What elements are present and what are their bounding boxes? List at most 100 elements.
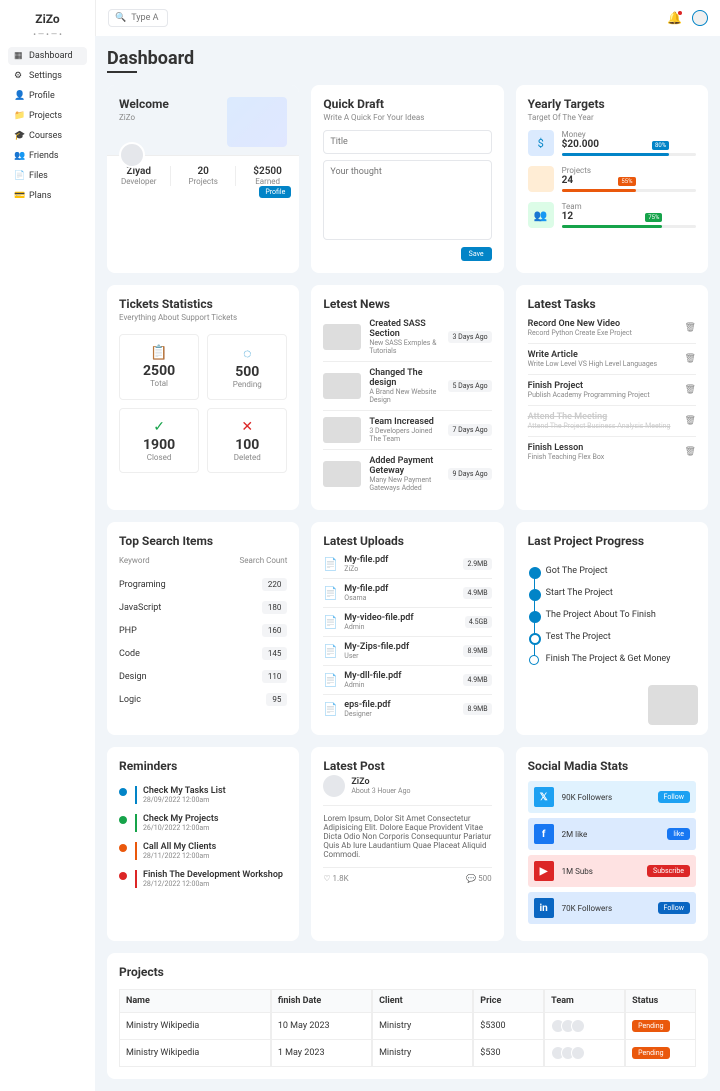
upload-item: 📄eps-file.pdfDesigner8.9MB	[323, 695, 491, 723]
news-item: Changed The designA Brand New Website De…	[323, 362, 491, 411]
draft-title: Quick Draft	[323, 97, 491, 111]
table-header: Status	[625, 989, 696, 1013]
projects-icon	[528, 166, 554, 192]
li-button[interactable]: Follow	[658, 902, 690, 914]
table-cell: Ministry Wikipedia	[119, 1040, 271, 1067]
logo-decoration: • — • — •	[8, 30, 87, 39]
search-box[interactable]: 🔍	[108, 9, 168, 27]
welcome-card: Welcome ZiZo ZiyadDeveloper20Projects$25…	[107, 85, 299, 273]
yt-button[interactable]: Subscribe	[647, 865, 690, 877]
yearly-targets-card: Yearly Targets Target Of The Year $Money…	[516, 85, 708, 273]
search-row: Programing220	[119, 573, 287, 596]
welcome-stat: 20Projects	[171, 166, 235, 186]
progress-step: The Project About To Finish	[546, 604, 696, 626]
ticket-box: ✓1900Closed	[119, 408, 199, 473]
task-item: Attend The MeetingAttend The Project Bus…	[528, 406, 696, 437]
table-header: finish Date	[271, 989, 372, 1013]
files-icon: 📄	[14, 171, 24, 181]
reminder-item: Call All My Clients28/11/2022 12:00am	[119, 837, 287, 865]
file-icon: 📄	[323, 586, 338, 600]
projects-card: Projects Namefinish DateClientPriceTeamS…	[107, 953, 708, 1079]
trash-icon[interactable]: 🗑	[685, 416, 696, 426]
title-underline	[107, 71, 137, 73]
nav-settings[interactable]: ⚙Settings	[8, 67, 87, 85]
target-money: $Money$20.00080%	[528, 130, 696, 156]
fb-button[interactable]: like	[667, 828, 690, 840]
news-title: Letest News	[323, 297, 491, 311]
welcome-stat: $2500Earned	[236, 166, 299, 186]
target-projects: Projects2455%	[528, 166, 696, 192]
tickets-sub: Everything About Support Tickets	[119, 313, 287, 322]
social-fb: f2M likelike	[528, 818, 696, 850]
team-cell	[544, 1013, 625, 1040]
draft-body-input[interactable]	[323, 160, 491, 240]
user-avatar[interactable]	[692, 10, 708, 26]
news-image	[323, 373, 361, 399]
tw-icon: 𝕏	[534, 787, 554, 807]
post-comments[interactable]: 💬 500	[466, 874, 491, 883]
notification-icon[interactable]: 🔔	[667, 11, 682, 25]
file-icon: 📄	[323, 673, 338, 687]
table-header: Client	[372, 989, 473, 1013]
task-item: Finish ProjectPublish Academy Programmin…	[528, 375, 696, 406]
nav-projects[interactable]: 📁Projects	[8, 107, 87, 125]
ticket-box: 📋2500Total	[119, 334, 199, 400]
ticket-box: ◌500Pending	[207, 334, 287, 400]
nav-plans[interactable]: 💳Plans	[8, 187, 87, 205]
latest-post-card: Latest Post ZiZo About 3 Houer Ago Lorem…	[311, 747, 503, 941]
tw-button[interactable]: Follow	[658, 791, 690, 803]
trash-icon[interactable]: 🗑	[685, 354, 696, 364]
post-title: Latest Post	[323, 759, 491, 773]
settings-icon: ⚙	[14, 71, 24, 81]
task-item: Record One New VideoRecord Python Create…	[528, 313, 696, 344]
logo: ZiZo	[8, 12, 87, 26]
team-icon: 👥	[528, 202, 554, 228]
post-likes[interactable]: ♡ 1.8K	[323, 874, 348, 883]
save-button[interactable]: Save	[461, 247, 492, 261]
targets-title: Yearly Targets	[528, 97, 696, 111]
file-icon: 📄	[323, 557, 338, 571]
count-header: Search Count	[240, 556, 288, 565]
reminder-item: Finish The Development Workshop28/12/202…	[119, 865, 287, 893]
nav-files[interactable]: 📄Files	[8, 167, 87, 185]
progress-step: Start The Project	[546, 582, 696, 604]
ticket-box: ✕100Deleted	[207, 408, 287, 473]
upload-item: 📄My-file.pdfOsama4.9MB	[323, 579, 491, 608]
money-icon: $	[528, 130, 554, 156]
welcome-name: ZiZo	[119, 113, 169, 122]
profile-button[interactable]: Profile	[259, 186, 291, 198]
welcome-avatar	[119, 142, 145, 168]
target-team: 👥Team1275%	[528, 202, 696, 228]
file-icon: 📄	[323, 644, 338, 658]
social-title: Social Madia Stats	[528, 759, 696, 773]
news-card: Letest News Created SASS SectionNew SASS…	[311, 285, 503, 510]
news-item: Created SASS SectionNew SASS Exmples & T…	[323, 313, 491, 362]
nav-dashboard[interactable]: ▦Dashboard	[8, 47, 87, 65]
search-row: JavaScript180	[119, 596, 287, 619]
search-row: Code145	[119, 642, 287, 665]
courses-icon: 🎓	[14, 131, 24, 141]
news-time: 9 Days Ago	[448, 468, 491, 480]
trash-icon[interactable]: 🗑	[685, 447, 696, 457]
welcome-stat: ZiyadDeveloper	[107, 166, 171, 186]
trash-icon[interactable]: 🗑	[685, 323, 696, 333]
search-input[interactable]	[131, 13, 161, 23]
nav-friends[interactable]: 👥Friends	[8, 147, 87, 165]
upload-item: 📄My-video-file.pdfAdmin4.5GB	[323, 608, 491, 637]
trash-icon[interactable]: 🗑	[685, 385, 696, 395]
nav-profile[interactable]: 👤Profile	[8, 87, 87, 105]
news-time: 5 Days Ago	[448, 380, 491, 392]
post-body: Lorem Ipsum, Dolor Sit Amet Consectetur …	[323, 805, 491, 868]
search-row: Logic95	[119, 688, 287, 711]
nav-courses[interactable]: 🎓Courses	[8, 127, 87, 145]
draft-title-input[interactable]	[323, 130, 491, 154]
tasks-title: Latest Tasks	[528, 297, 696, 311]
project-progress-card: Last Project Progress Got The ProjectSta…	[516, 522, 708, 735]
task-item: Finish LessonFinish Teaching Flex Box🗑	[528, 437, 696, 467]
dashboard-icon: ▦	[14, 51, 24, 61]
launch-illustration	[648, 685, 698, 725]
news-image	[323, 417, 361, 443]
welcome-illustration	[227, 97, 287, 147]
reminders-title: Reminders	[119, 759, 287, 773]
fb-icon: f	[534, 824, 554, 844]
